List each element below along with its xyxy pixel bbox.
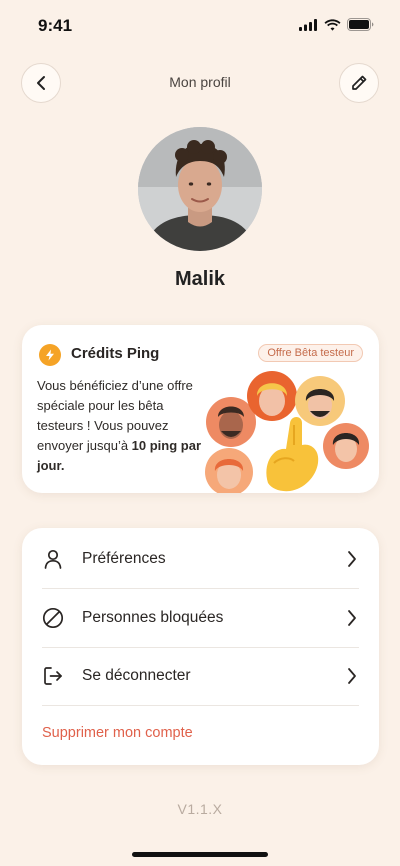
credits-card: Crédits Ping Offre Bêta testeur Vous bén… (22, 325, 379, 493)
divider (42, 705, 359, 706)
block-icon (42, 607, 64, 629)
status-time: 9:41 (38, 16, 73, 35)
home-indicator (132, 852, 268, 857)
profile-photo (138, 127, 262, 251)
chevron-right-icon (348, 610, 356, 626)
menu-item-label: Préférences (82, 550, 166, 567)
battery-icon (347, 18, 374, 31)
avatar (138, 127, 262, 251)
credits-title: Crédits Ping (71, 345, 160, 362)
app-version: V1.1.X (177, 801, 223, 817)
status-icons (299, 18, 374, 31)
beta-offer-badge: Offre Bêta testeur (258, 344, 363, 362)
menu-item-label: Personnes bloquées (82, 609, 224, 626)
credits-description: Vous bénéficiez d’une offre spéciale pou… (37, 376, 207, 476)
user-icon (44, 549, 62, 569)
lightning-icon (39, 344, 61, 366)
cellular-signal-icon (299, 18, 317, 31)
menu-item-blocked-people[interactable]: Personnes bloquées (22, 589, 379, 647)
status-bar: 9:41 (0, 0, 400, 50)
settings-menu: Préférences Personnes bloquées Se déconn… (22, 528, 379, 765)
menu-item-preferences[interactable]: Préférences (22, 530, 379, 588)
friends-illustration (205, 371, 369, 493)
logout-icon (44, 667, 62, 685)
chevron-right-icon (348, 668, 356, 684)
menu-item-logout[interactable]: Se déconnecter (22, 647, 379, 705)
edit-button[interactable] (339, 63, 379, 103)
chevron-right-icon (348, 551, 356, 567)
wifi-icon (324, 18, 341, 31)
delete-account-link[interactable]: Supprimer mon compte (42, 725, 193, 741)
menu-item-label: Se déconnecter (82, 667, 191, 684)
user-name: Malik (174, 268, 226, 290)
pencil-icon (352, 75, 367, 90)
